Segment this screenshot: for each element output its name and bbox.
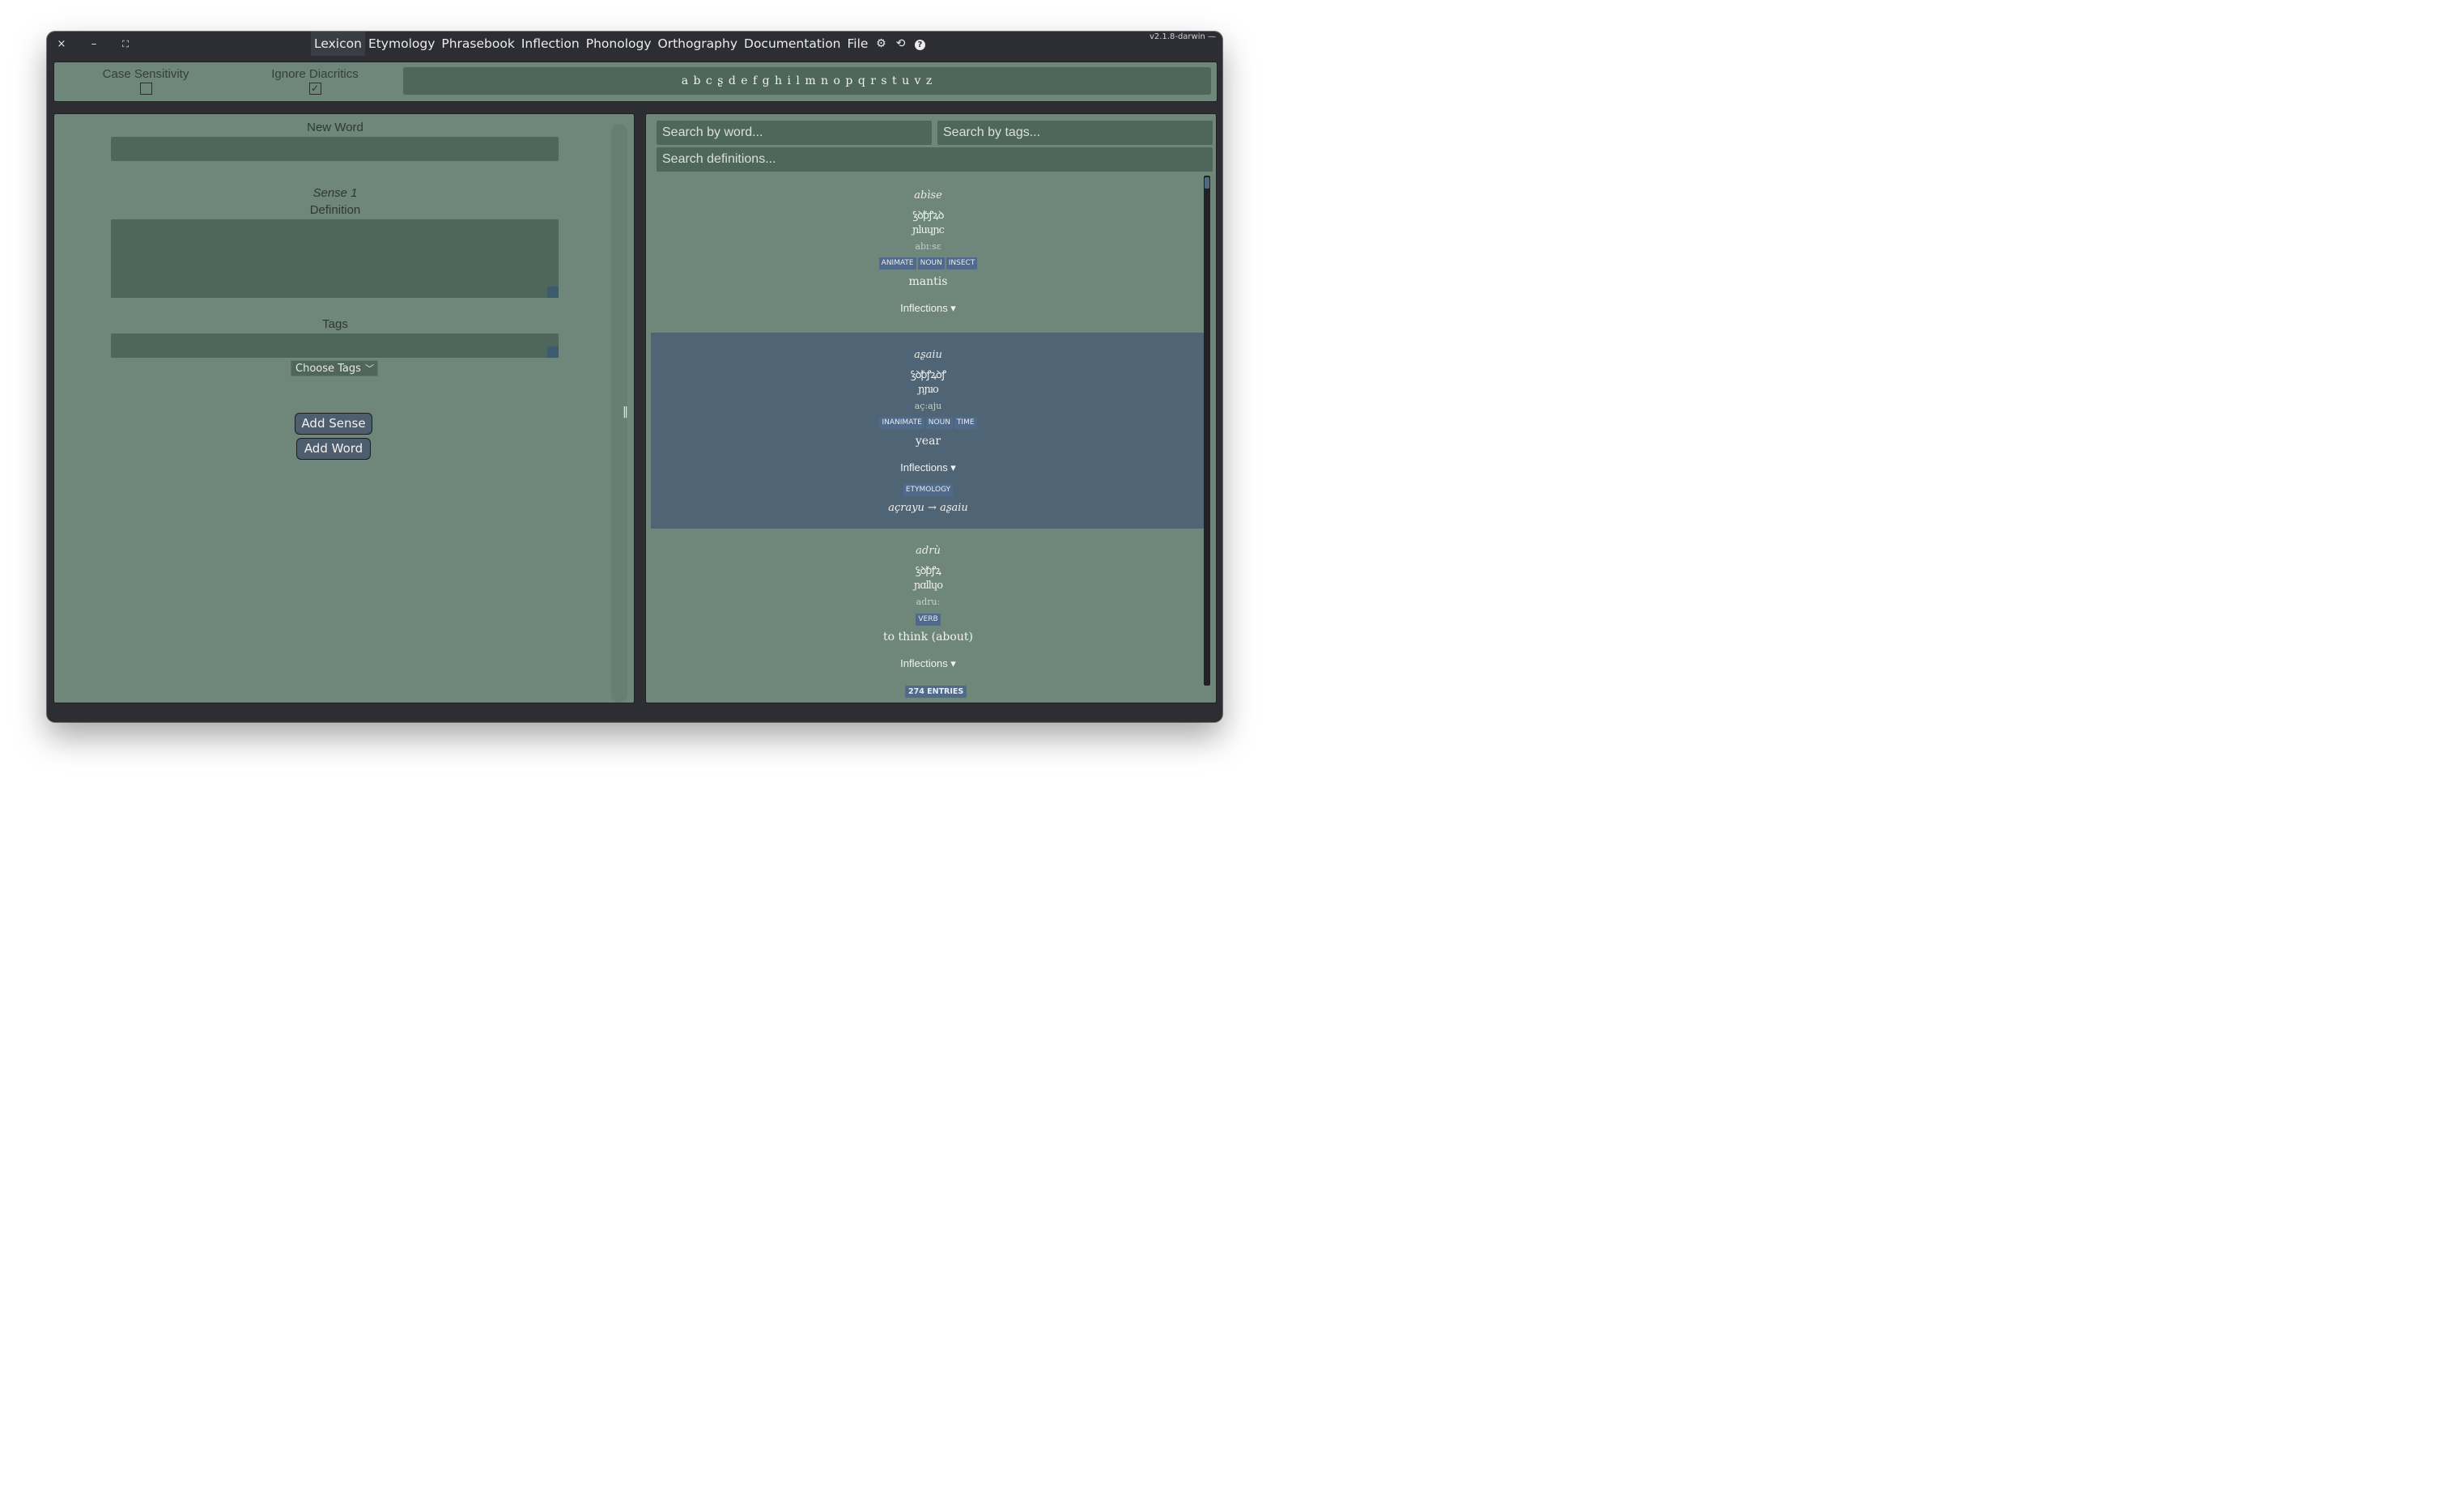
tag-badge[interactable]: ANIMATE [878,257,916,270]
entry-list-scrollbar[interactable] [1204,176,1210,686]
entry-script: ꝣꝺꝥꝭꝝ [915,565,941,577]
definition-textarea[interactable] [111,219,559,298]
menu-orthography[interactable]: Orthography [655,32,742,56]
chevron-down-icon: ﹀ [365,363,374,374]
entry-word: aʂaiu [914,349,942,361]
entry-word: abìse [914,189,942,202]
menu-documentation[interactable]: Documentation [741,32,844,56]
entry-definition: mantis [908,275,948,288]
definition-label: Definition [309,203,361,217]
entry-script: ꝣꝺꝥꝭꝝꝺ [912,210,945,222]
menu-phrasebook[interactable]: Phrasebook [438,32,517,56]
ignore-diacritics-label: Ignore Diacritics [271,67,359,81]
panel-divider-handle[interactable]: ‖ [623,406,628,418]
help-icon[interactable]: ? [910,32,929,56]
entry-ipa: aç:aju [914,401,942,411]
search-definitions-input[interactable]: Search definitions... [657,147,1213,172]
menu-etymology[interactable]: Etymology [365,32,438,56]
tag-badge[interactable]: INANIMATE [879,417,924,429]
close-icon[interactable]: × [53,36,70,53]
entry-tags: ANIMATE NOUN INSECT [651,257,1205,270]
list-item[interactable]: adrù ꝣꝺꝥꝭꝝ ɲɑllɥo adruː VERB to think (a… [651,529,1205,703]
new-word-input[interactable] [111,137,559,161]
help-icon-glyph: ? [914,40,925,50]
search-options-bar: Case Sensitivity Ignore Diacritics ✓ a b… [53,62,1218,102]
tags-label: Tags [322,317,348,331]
entry-ipa: adruː [916,597,941,607]
tag-badge[interactable]: INSECT [946,257,978,270]
entry-romanized: ɲɲıo [918,384,939,396]
inflections-toggle[interactable]: Inflections ▾ [651,461,1205,474]
new-word-label: New Word [307,121,363,134]
menu-lexicon[interactable]: Lexicon [311,32,365,56]
app-window: × – ⛶ Lexicon Etymology Phrasebook Infle… [47,32,1222,722]
search-by-tags-input[interactable]: Search by tags... [937,121,1213,145]
entry-word: adrù [916,545,941,557]
minimize-icon[interactable]: – [86,36,102,53]
etymology-section: ETYMOLOGY [651,484,1205,496]
entry-romanized: ɲɑllɥo [913,580,943,592]
tag-badge[interactable]: NOUN [925,417,953,429]
entry-ipa: abɪːsɛ [915,241,941,252]
etymology-badge: ETYMOLOGY [903,484,954,496]
ignore-diacritics-option: Ignore Diacritics ✓ [262,67,368,95]
entry-tags: VERB [651,614,1205,626]
entry-script: ꝣꝺꝥꝭꝝꝺꝭ [910,369,946,381]
history-icon[interactable]: ⟲ [890,32,910,56]
entry-tags: INANIMATE NOUN TIME [651,417,1205,429]
etymology-chain: açrayu → aʂaiu [888,502,968,514]
menu-phonology[interactable]: Phonology [583,32,655,56]
case-sensitivity-label: Case Sensitivity [102,67,189,81]
ignore-diacritics-checkbox[interactable]: ✓ [308,83,321,95]
tags-textarea[interactable] [111,333,559,358]
entry-count-badge: 274 ENTRIES [905,686,967,698]
tag-badge[interactable]: TIME [954,417,977,429]
tags-resize-handle[interactable] [547,346,559,358]
entry-definition: to think (about) [883,631,973,643]
inflections-toggle[interactable]: Inflections ▾ [651,657,1205,670]
alphabet-bar: a b c ʂ d e f g h i l m n o p q r s t u … [403,67,1211,95]
menu-file[interactable]: File [844,32,872,56]
add-word-button[interactable]: Add Word [296,438,371,460]
sense-label: Sense 1 [312,186,358,200]
maximize-icon[interactable]: ⛶ [117,36,134,53]
definition-resize-handle[interactable] [547,287,559,298]
entry-definition: year [915,435,941,448]
tag-badge[interactable]: NOUN [917,257,945,270]
lexicon-list-panel: Search by word... Search by tags... Sear… [645,113,1217,703]
list-item[interactable]: abìse ꝣꝺꝥꝭꝝꝺ ɲluɥɲc abɪːsɛ ANIMATE NOUN … [651,173,1205,333]
case-sensitivity-checkbox[interactable] [139,83,152,95]
choose-tags-select[interactable]: Choose Tags ﹀ [291,360,378,376]
tag-badge[interactable]: VERB [916,614,941,626]
list-item-selected[interactable]: aʂaiu ꝣꝺꝥꝭꝝꝺꝭ ɲɲıo aç:aju INANIMATE NOUN… [651,333,1205,529]
search-by-word-input[interactable]: Search by word... [657,121,932,145]
title-bar: × – ⛶ Lexicon Etymology Phrasebook Infle… [47,32,1222,56]
inflections-toggle[interactable]: Inflections ▾ [651,302,1205,315]
choose-tags-value: Choose Tags [295,363,361,375]
settings-gear-icon[interactable]: ⚙ [871,32,890,56]
case-sensitivity-option: Case Sensitivity [93,67,198,95]
entry-romanized: ɲluɥɲc [912,224,945,236]
scrollbar-thumb[interactable] [1205,177,1209,189]
add-sense-button[interactable]: Add Sense [295,413,372,435]
main-menu: Lexicon Etymology Phrasebook Inflection … [311,32,929,56]
word-editor-panel: New Word Sense 1 Definition Tags Choose … [53,113,635,703]
version-label: v2.1.8-darwin — [1149,32,1216,41]
entry-list: abìse ꝣꝺꝥꝭꝝꝺ ɲluɥɲc abɪːsɛ ANIMATE NOUN … [651,173,1205,703]
menu-inflection[interactable]: Inflection [518,32,583,56]
